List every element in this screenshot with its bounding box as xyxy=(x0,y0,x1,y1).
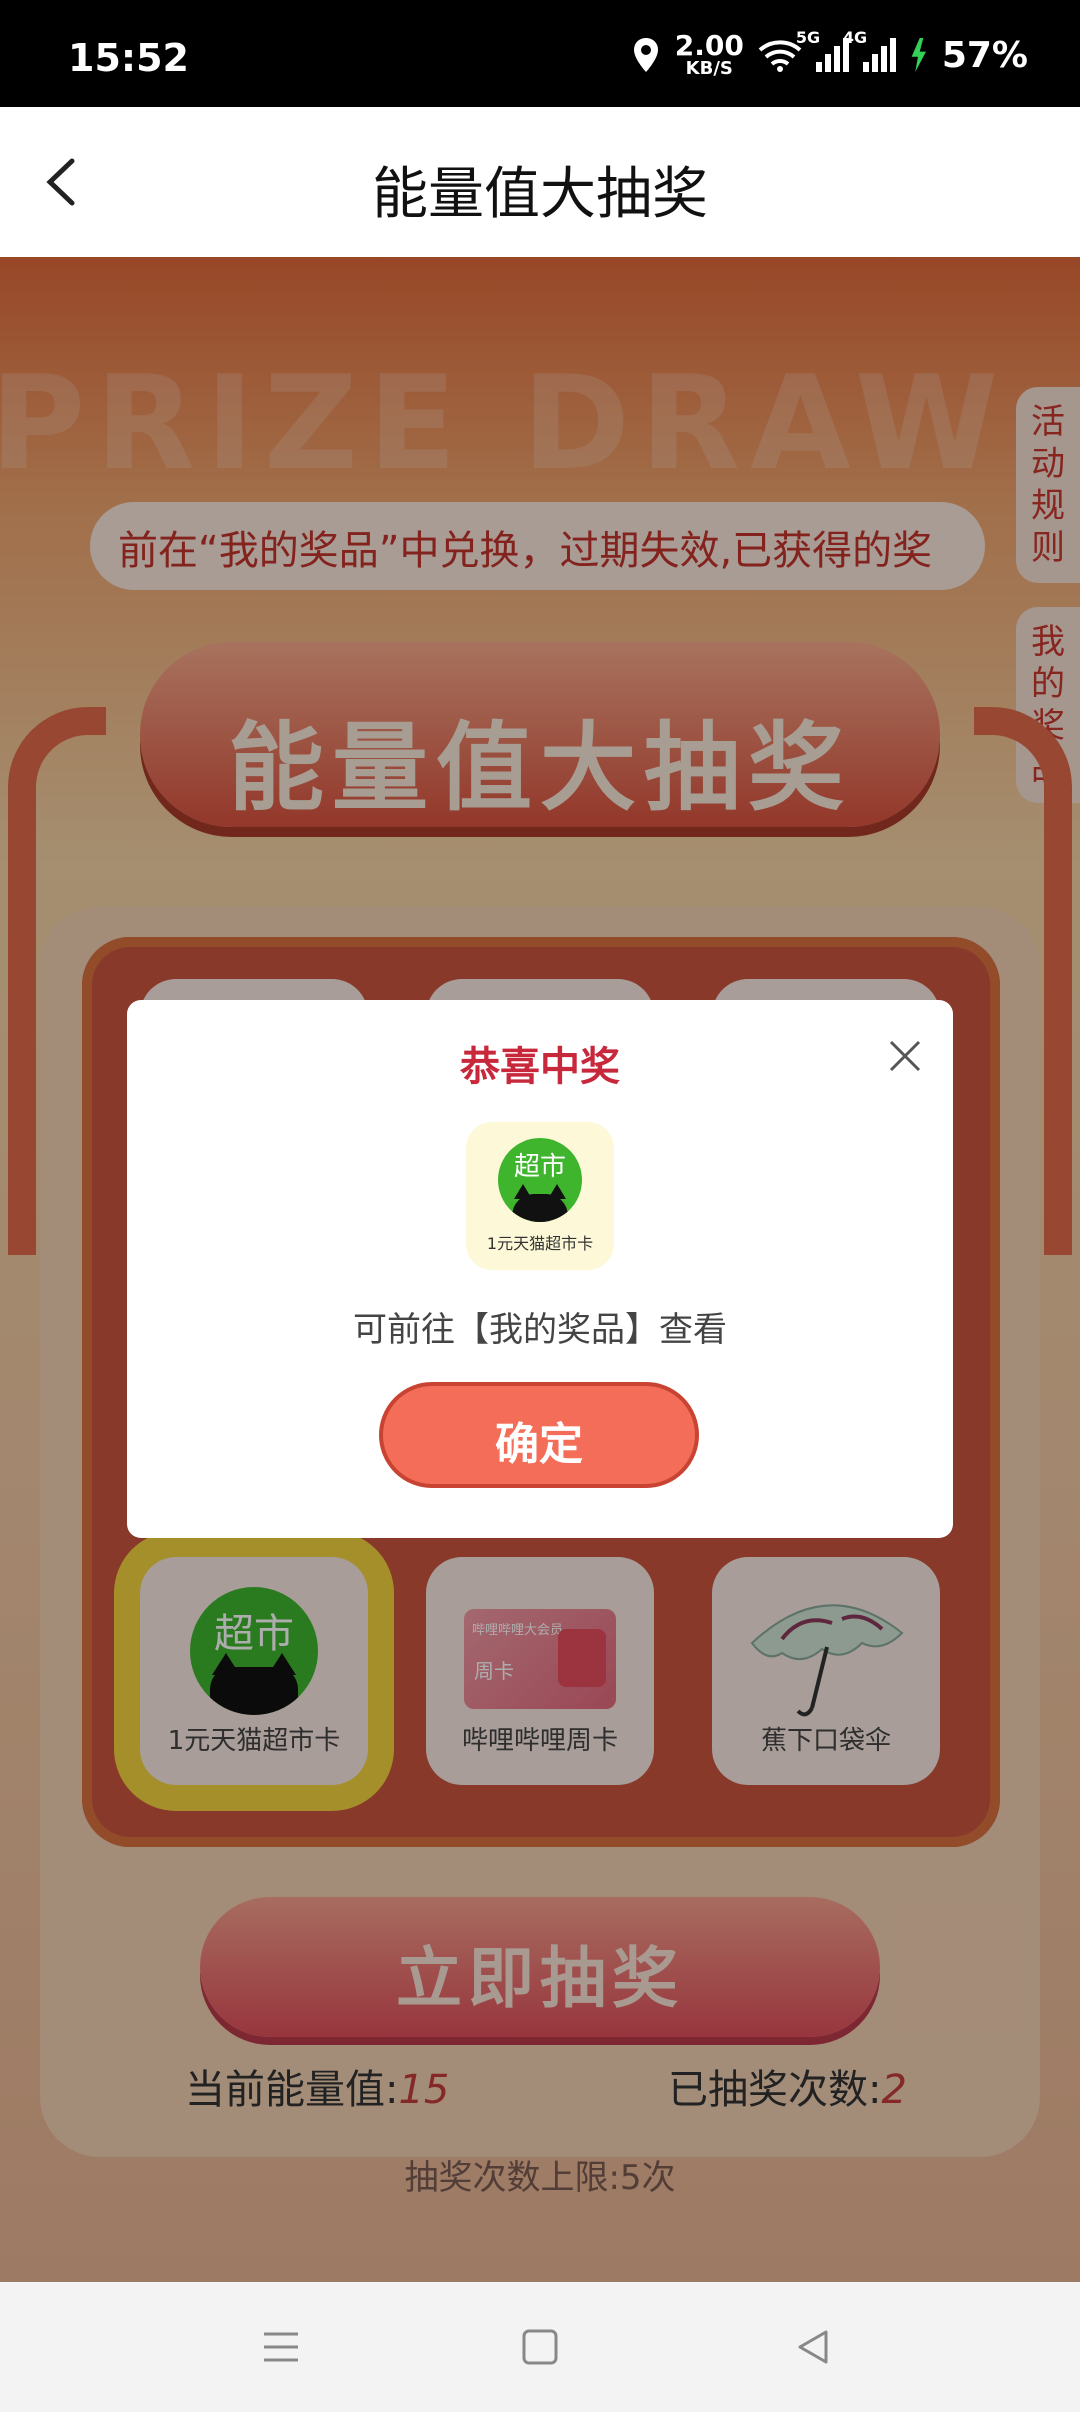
tmall-supermarket-icon: 超市 xyxy=(498,1138,582,1222)
page-header: 能量值大抽奖 xyxy=(0,107,1080,257)
page-title: 能量值大抽奖 xyxy=(372,162,708,227)
home-icon[interactable] xyxy=(517,2324,563,2370)
won-prize-label: 1元天猫超市卡 xyxy=(486,1234,594,1253)
dialog-title: 恭喜中奖 xyxy=(460,1044,620,1090)
menu-icon[interactable] xyxy=(258,2324,304,2370)
status-icons: 2.00 KB/S 5G 4G 57% xyxy=(631,28,1028,80)
close-icon[interactable] xyxy=(885,1036,925,1076)
network-speed: 2.00 KB/S xyxy=(674,29,744,79)
charging-icon xyxy=(911,38,927,72)
confirm-button[interactable]: 确定 xyxy=(379,1382,699,1488)
status-bar: 15:52 2.00 KB/S 5G 4G 57% xyxy=(0,0,1080,107)
location-icon xyxy=(633,38,658,72)
dialog-hint: 可前往【我的奖品】查看 xyxy=(353,1310,727,1350)
won-prize-image: 超市 1元天猫超市卡 xyxy=(466,1122,614,1270)
status-time: 15:52 xyxy=(68,36,189,80)
win-dialog: 恭喜中奖 超市 1元天猫超市卡 可前往【我的奖品】查看 确定 xyxy=(127,1000,953,1538)
battery-percent: 57% xyxy=(941,34,1028,76)
system-nav-bar xyxy=(0,2282,1080,2412)
signal-4g-icon: 4G xyxy=(843,28,896,72)
back-nav-icon[interactable] xyxy=(790,2324,836,2370)
